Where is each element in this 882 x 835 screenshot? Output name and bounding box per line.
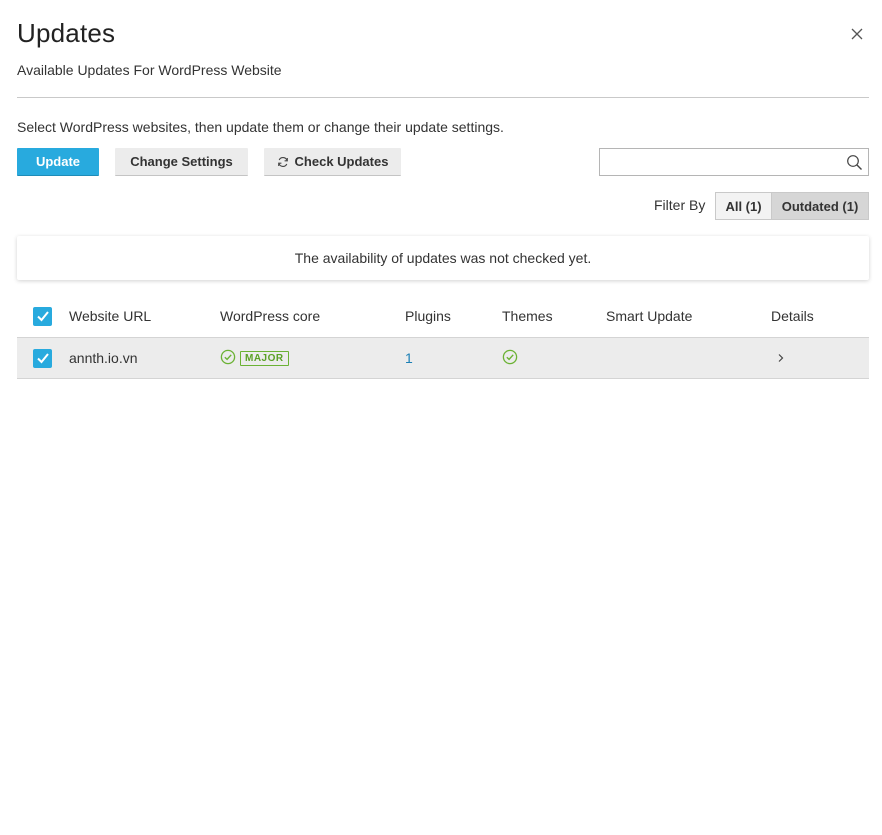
check-updates-label: Check Updates — [294, 154, 389, 169]
table-row[interactable]: annth.io.vn MAJOR 1 — [17, 337, 869, 379]
website-url: annth.io.vn — [69, 350, 138, 366]
filter-group: All (1) Outdated (1) — [715, 192, 869, 220]
update-button[interactable]: Update — [17, 148, 99, 176]
filter-outdated-button[interactable]: Outdated (1) — [772, 193, 868, 219]
column-header-plugins[interactable]: Plugins — [405, 296, 451, 336]
column-header-themes[interactable]: Themes — [502, 296, 553, 336]
close-icon[interactable] — [847, 24, 867, 44]
dialog-subtitle: Available Updates For WordPress Website — [17, 62, 282, 78]
chevron-right-icon[interactable] — [777, 350, 785, 366]
divider — [17, 97, 869, 98]
refresh-icon — [277, 156, 289, 168]
search-input[interactable] — [600, 149, 838, 175]
check-circle-icon — [502, 349, 518, 368]
filter-all-button[interactable]: All (1) — [716, 193, 772, 219]
search-box — [599, 148, 869, 176]
updates-dialog: Updates Available Updates For WordPress … — [0, 0, 882, 835]
themes-status — [502, 338, 518, 378]
intro-text: Select WordPress websites, then update t… — [17, 119, 504, 135]
check-circle-icon — [220, 349, 236, 368]
column-header-website-url[interactable]: Website URL — [69, 296, 151, 336]
row-checkbox[interactable] — [33, 348, 52, 368]
column-header-details: Details — [771, 308, 814, 324]
filter-label: Filter By — [654, 197, 706, 213]
dialog-title: Updates — [17, 18, 116, 48]
major-badge: MAJOR — [240, 350, 289, 366]
search-icon[interactable] — [846, 154, 863, 176]
column-header-wordpress-core[interactable]: WordPress core — [220, 296, 320, 336]
table-header: Website URL WordPress core Plugins Theme… — [17, 296, 869, 336]
plugins-count-link[interactable]: 1 — [405, 350, 413, 366]
change-settings-button[interactable]: Change Settings — [115, 148, 248, 176]
check-updates-button[interactable]: Check Updates — [264, 148, 401, 176]
notice-message: The availability of updates was not chec… — [17, 236, 869, 280]
select-all-checkbox[interactable] — [33, 306, 52, 326]
column-header-smart-update[interactable]: Smart Update — [606, 296, 692, 336]
wordpress-core-status: MAJOR — [220, 338, 289, 378]
